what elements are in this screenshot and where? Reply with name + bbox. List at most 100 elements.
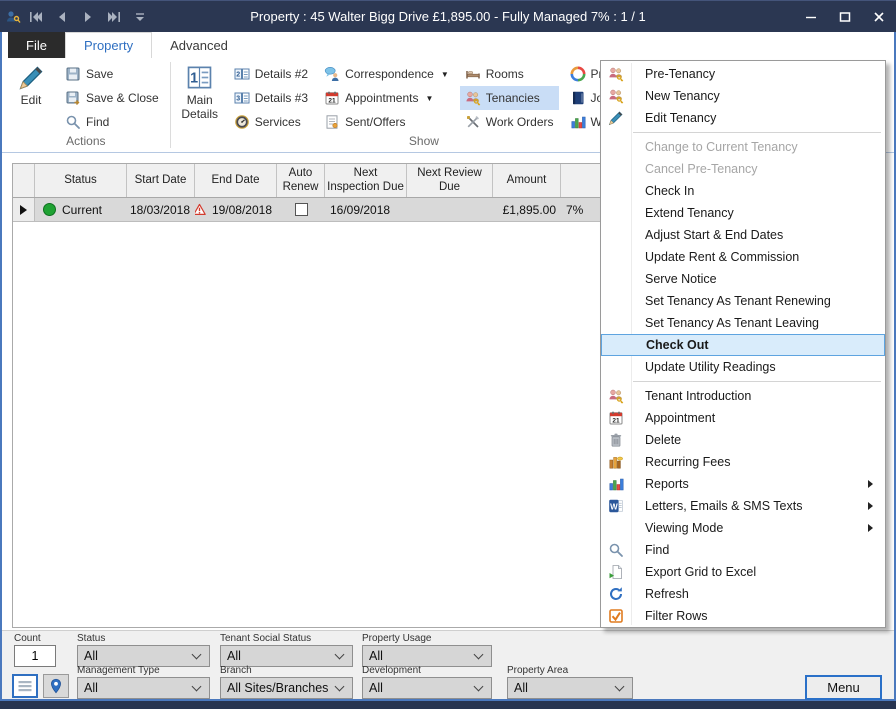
chevron-down-icon bbox=[474, 682, 484, 692]
tenancies-button[interactable]: Tenancies bbox=[460, 86, 559, 110]
end-date-value: 19/08/2018 bbox=[212, 203, 272, 217]
last-record-button[interactable] bbox=[103, 6, 125, 28]
details-2-icon: 2 bbox=[234, 66, 250, 82]
column-header-end-date[interactable]: End Date bbox=[195, 164, 277, 197]
menu-item-set-tenancy-as-tenant-leaving[interactable]: Set Tenancy As Tenant Leaving bbox=[601, 312, 885, 334]
correspondence-button[interactable]: Correspondence ▼ bbox=[319, 62, 454, 86]
filter-dropdown-management-type[interactable]: All bbox=[77, 677, 210, 699]
row-indicator-header bbox=[13, 164, 35, 197]
sent-offers-button[interactable]: Sent/Offers bbox=[319, 110, 454, 134]
work-orders-button[interactable]: Work Orders bbox=[460, 110, 559, 134]
details-2-button[interactable]: 2 Details #2 bbox=[229, 62, 313, 86]
next-record-button[interactable] bbox=[77, 6, 99, 28]
filter-selected-value: All bbox=[78, 649, 98, 663]
tab-property[interactable]: Property bbox=[65, 32, 152, 58]
menu-item-tenant-introduction[interactable]: Tenant Introduction bbox=[601, 385, 885, 407]
document-icon bbox=[324, 114, 340, 130]
menu-button[interactable]: Menu bbox=[805, 675, 882, 700]
menu-item-label: Extend Tenancy bbox=[631, 206, 734, 220]
column-header-next-review-due[interactable]: Next Review Due bbox=[407, 164, 493, 197]
menu-item-label: Reports bbox=[631, 477, 689, 491]
find-label: Find bbox=[86, 115, 109, 129]
maximize-button[interactable] bbox=[828, 1, 862, 33]
menu-item-adjust-start-end-dates[interactable]: Adjust Start & End Dates bbox=[601, 224, 885, 246]
menu-item-letters-emails-sms-texts[interactable]: WLetters, Emails & SMS Texts bbox=[601, 495, 885, 517]
list-view-button[interactable] bbox=[12, 674, 38, 698]
column-header-amount[interactable]: Amount bbox=[493, 164, 561, 197]
tab-file[interactable]: File bbox=[8, 32, 65, 58]
first-record-button[interactable] bbox=[25, 6, 47, 28]
menu-item-extend-tenancy[interactable]: Extend Tenancy bbox=[601, 202, 885, 224]
end-date-cell: 19/08/2018 bbox=[195, 198, 277, 221]
column-header-start-date[interactable]: Start Date bbox=[127, 164, 195, 197]
count-input[interactable] bbox=[14, 645, 56, 667]
calendar-icon: 21 bbox=[601, 410, 631, 426]
menu-item-viewing-mode[interactable]: Viewing Mode bbox=[601, 517, 885, 539]
menu-item-new-tenancy[interactable]: New Tenancy bbox=[601, 85, 885, 107]
tab-advanced[interactable]: Advanced bbox=[152, 32, 246, 58]
chevron-down-icon bbox=[192, 682, 202, 692]
save-and-close-button[interactable]: Save & Close bbox=[60, 86, 164, 110]
previous-record-button[interactable] bbox=[51, 6, 73, 28]
main-details-button[interactable]: 1 Main Details bbox=[177, 62, 223, 122]
menu-item-pre-tenancy[interactable]: Pre-Tenancy bbox=[601, 63, 885, 85]
services-button[interactable]: Services bbox=[229, 110, 313, 134]
menu-item-update-utility-readings[interactable]: Update Utility Readings bbox=[601, 356, 885, 378]
chevron-down-icon bbox=[192, 650, 202, 660]
map-view-button[interactable] bbox=[43, 674, 69, 698]
edit-button[interactable]: Edit bbox=[8, 62, 54, 108]
save-button[interactable]: Save bbox=[60, 62, 164, 86]
filter-dropdown-property-area[interactable]: All bbox=[507, 677, 633, 699]
appointments-button[interactable]: 21 Appointments ▼ bbox=[319, 86, 454, 110]
rooms-button[interactable]: Rooms bbox=[460, 62, 559, 86]
menu-item-reports[interactable]: Reports bbox=[601, 473, 885, 495]
filter-dropdown-development[interactable]: All bbox=[362, 677, 492, 699]
menu-item-label: Adjust Start & End Dates bbox=[631, 228, 783, 242]
filter-dropdown-property-usage[interactable]: All bbox=[362, 645, 492, 667]
menu-item-check-out[interactable]: Check Out bbox=[601, 334, 885, 356]
menu-item-label: Update Rent & Commission bbox=[631, 250, 799, 264]
details-3-label: Details #3 bbox=[255, 91, 308, 105]
menu-separator bbox=[633, 378, 885, 385]
minimize-button[interactable] bbox=[794, 1, 828, 33]
menu-item-serve-notice[interactable]: Serve Notice bbox=[601, 268, 885, 290]
amount-cell: £1,895.00 bbox=[493, 198, 561, 221]
menu-item-update-rent-commission[interactable]: Update Rent & Commission bbox=[601, 246, 885, 268]
auto-renew-checkbox[interactable] bbox=[295, 203, 308, 216]
save-label: Save bbox=[86, 67, 113, 81]
menu-item-delete[interactable]: Delete bbox=[601, 429, 885, 451]
menu-item-edit-tenancy[interactable]: Edit Tenancy bbox=[601, 107, 885, 129]
context-menu: Pre-TenancyNew TenancyEdit TenancyChange… bbox=[600, 60, 886, 628]
rooms-label: Rooms bbox=[486, 67, 524, 81]
application-window: Property : 45 Walter Bigg Drive £1,895.0… bbox=[0, 0, 896, 709]
filter-label: Property Area bbox=[507, 665, 633, 676]
filter-dropdown-tenant-social-status[interactable]: All bbox=[220, 645, 353, 667]
column-header-next-inspection-due[interactable]: Next Inspection Due bbox=[325, 164, 407, 197]
details-3-button[interactable]: 3 Details #3 bbox=[229, 86, 313, 110]
menu-item-filter-rows[interactable]: Filter Rows bbox=[601, 605, 885, 627]
menu-item-check-in[interactable]: Check In bbox=[601, 180, 885, 202]
menu-item-export-grid-to-excel[interactable]: Export Grid to Excel bbox=[601, 561, 885, 583]
quick-access-dropdown-button[interactable] bbox=[129, 6, 151, 28]
filter-field-branch: BranchAll Sites/Branches bbox=[220, 665, 353, 699]
filter-selected-value: All bbox=[363, 681, 383, 695]
menu-item-label: Refresh bbox=[631, 587, 689, 601]
filter-dropdown-status[interactable]: All bbox=[77, 645, 210, 667]
menu-item-appointment[interactable]: 21Appointment bbox=[601, 407, 885, 429]
column-header-auto-renew[interactable]: Auto Renew bbox=[277, 164, 325, 197]
filter-dropdown-branch[interactable]: All Sites/Branches bbox=[220, 677, 353, 699]
close-button[interactable] bbox=[862, 1, 896, 33]
app-logo-icon bbox=[5, 9, 21, 25]
main-details-label: Main Details bbox=[177, 94, 223, 122]
gauge-icon bbox=[234, 114, 250, 130]
menu-item-set-tenancy-as-tenant-renewing[interactable]: Set Tenancy As Tenant Renewing bbox=[601, 290, 885, 312]
menu-item-recurring-fees[interactable]: Recurring Fees bbox=[601, 451, 885, 473]
pencil-icon bbox=[601, 110, 631, 126]
menu-item-find[interactable]: Find bbox=[601, 539, 885, 561]
exportexcel-icon bbox=[601, 564, 631, 580]
find-button[interactable]: Find bbox=[60, 110, 164, 134]
menu-item-refresh[interactable]: Refresh bbox=[601, 583, 885, 605]
column-header-status[interactable]: Status bbox=[35, 164, 127, 197]
next-review-due-cell bbox=[407, 198, 493, 221]
submenu-arrow-icon bbox=[868, 524, 873, 532]
